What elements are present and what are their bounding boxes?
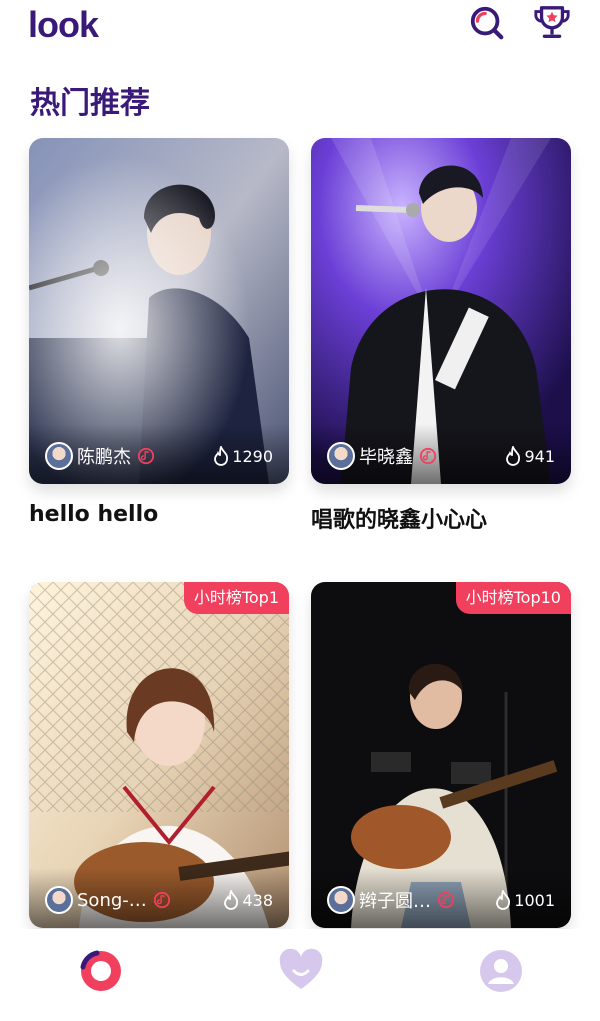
card-title[interactable]: 唱歌的晓鑫小心心 (311, 502, 571, 534)
bottom-nav (0, 929, 600, 1021)
heat-count: 1290 (212, 442, 273, 470)
song-card[interactable]: 小时榜Top10 辫子圆… 1001 (311, 582, 571, 928)
heart-icon[interactable] (277, 947, 325, 995)
header: look (0, 0, 600, 60)
heat-count: 1001 (494, 886, 555, 914)
heat-value: 1290 (232, 446, 273, 466)
avatar[interactable] (327, 442, 355, 470)
singer-name: Song-… (77, 889, 147, 911)
singer-info[interactable]: 毕晓鑫 (327, 441, 437, 471)
flame-icon (214, 446, 229, 466)
heat-count: 941 (504, 442, 555, 470)
music-note-icon (437, 891, 455, 909)
heat-count: 438 (222, 886, 273, 914)
avatar[interactable] (45, 442, 73, 470)
card-cover[interactable]: 小时榜Top10 辫子圆… 1001 (311, 582, 571, 928)
card-cover[interactable]: 小时榜Top1 Song-… 438 (29, 582, 289, 928)
singer-name: 毕晓鑫 (359, 447, 413, 468)
flame-icon (224, 890, 239, 910)
music-note-icon (153, 891, 170, 909)
song-card[interactable]: 陈鹏杰 1290 hello hello (29, 138, 289, 527)
heat-value: 1001 (514, 890, 555, 910)
card-title[interactable]: hello hello (29, 502, 289, 527)
heat-value: 438 (242, 890, 273, 910)
trophy-icon[interactable] (533, 4, 571, 42)
profile-icon[interactable] (477, 947, 525, 995)
card-cover[interactable]: 毕晓鑫 941 (311, 138, 571, 484)
singer-info[interactable]: 辫子圆… (327, 885, 455, 915)
rank-badge: 小时榜Top10 (455, 582, 571, 614)
song-card[interactable]: 毕晓鑫 941 唱歌的晓鑫小心心 (311, 138, 571, 534)
discover-icon[interactable] (77, 947, 125, 995)
song-card[interactable]: 小时榜Top1 Song-… 438 (29, 582, 289, 928)
search-icon[interactable] (468, 4, 506, 42)
flame-icon (506, 446, 521, 466)
rank-badge: 小时榜Top1 (183, 582, 289, 614)
section-title: 热门推荐 (30, 86, 150, 121)
avatar[interactable] (327, 886, 355, 914)
avatar[interactable] (45, 886, 73, 914)
app-root: look 热门推荐 陈鹏杰 1290 hello hello 毕晓鑫 941 唱… (0, 0, 600, 1021)
singer-name: 陈鹏杰 (77, 447, 131, 468)
flame-icon (496, 890, 511, 910)
app-logo: look (28, 4, 99, 45)
card-cover[interactable]: 陈鹏杰 1290 (29, 138, 289, 484)
music-note-icon (137, 447, 155, 465)
heat-value: 941 (524, 446, 555, 466)
singer-info[interactable]: Song-… (45, 885, 171, 915)
singer-info[interactable]: 陈鹏杰 (45, 441, 155, 471)
singer-name: 辫子圆… (359, 891, 431, 912)
music-note-icon (419, 447, 437, 465)
